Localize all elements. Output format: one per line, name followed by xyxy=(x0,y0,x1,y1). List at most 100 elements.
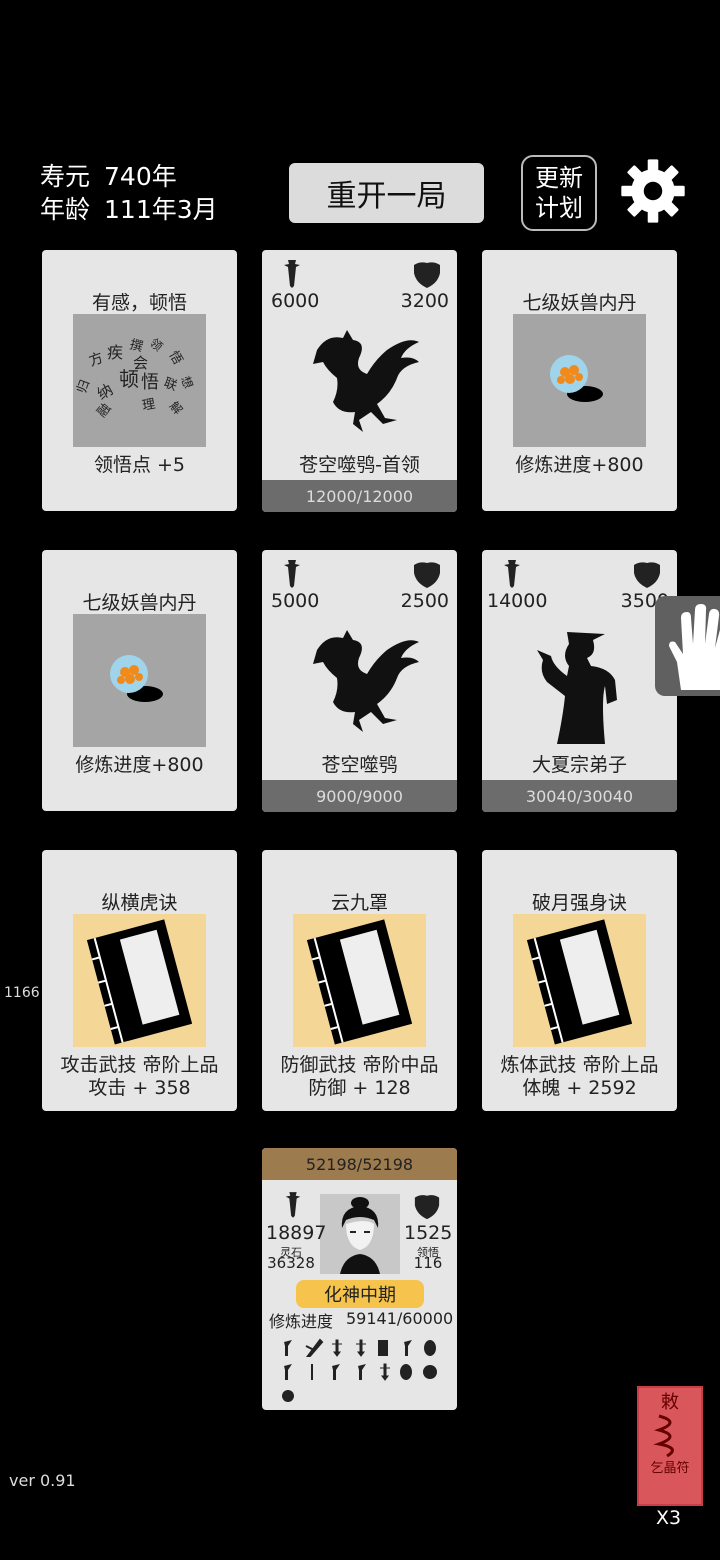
card-title: 有感，顿悟 xyxy=(91,292,187,314)
card-title: 破月强身诀 xyxy=(531,892,627,914)
word-cloud-glyph: 撰 xyxy=(128,337,144,355)
card-title: 纵横虎诀 xyxy=(101,892,178,914)
age-label: 年龄 xyxy=(40,195,91,224)
talisman-count: X3 xyxy=(656,1507,682,1529)
player-attack: 18897 xyxy=(266,1222,327,1244)
lifespan-value: 740年 xyxy=(104,162,177,191)
word-cloud-glyph: 融 xyxy=(95,401,115,421)
enemy-attack: 14000 xyxy=(487,590,548,612)
book-icon xyxy=(526,919,633,1045)
insight-value: 116 xyxy=(413,1254,443,1272)
book-icon xyxy=(86,919,193,1045)
enemy-hp-bar: 30040/30040 xyxy=(482,780,677,812)
owl-beast-silhouette xyxy=(313,630,419,732)
beast-core-image xyxy=(513,314,646,447)
side-counter: 1166 xyxy=(4,985,40,1001)
progress-value: 59141/60000 xyxy=(346,1309,454,1328)
card-title: 云九罩 xyxy=(330,892,388,914)
restart-button[interactable]: 重开一局 xyxy=(289,163,484,223)
card-desc: 领悟点 +5 xyxy=(93,454,186,476)
age-stat: 年龄 111年3月 xyxy=(40,190,218,226)
card-title: 七级妖兽内丹 xyxy=(522,292,637,314)
enemy-card-sect-disciple[interactable]: 14000 3500 大夏宗弟子 30040/30040 xyxy=(482,550,677,812)
enemy-card-owl[interactable]: 5000 2500 苍空噬鸮 9000/9000 xyxy=(262,550,457,812)
defense-shield-icon xyxy=(414,262,440,288)
word-cloud-glyph: 悟 xyxy=(141,372,159,393)
word-cloud-glyph: 联 xyxy=(162,376,179,395)
lifespan-label: 寿元 xyxy=(40,162,91,191)
talisman-item[interactable]: 敕 乞晶符 xyxy=(637,1386,703,1506)
attack-sword-icon xyxy=(504,560,520,588)
word-cloud-glyph: 纳 xyxy=(94,380,116,403)
hand-icon xyxy=(669,604,720,690)
enemy-name: 大夏宗弟子 xyxy=(531,754,627,776)
word-cloud-glyph: 方 xyxy=(87,350,106,370)
skill-line2: 体魄 + 2592 xyxy=(522,1077,637,1099)
enemy-defense: 2500 xyxy=(400,590,449,612)
word-cloud-glyph: 理 xyxy=(141,397,156,414)
skill-line2: 攻击 + 358 xyxy=(88,1077,191,1099)
word-cloud-glyph: 想 xyxy=(178,374,196,390)
player-defense: 1525 xyxy=(404,1222,453,1244)
card-desc: 修炼进度+800 xyxy=(515,454,644,476)
age-value: 111年3月 xyxy=(104,195,218,224)
enemy-hp-bar: 12000/12000 xyxy=(262,480,457,512)
player-hp-bar: 52198/52198 xyxy=(262,1148,457,1180)
beast-core-image xyxy=(73,614,206,747)
enemy-name: 苍空噬鸮 xyxy=(321,754,398,776)
player-card[interactable]: 52198/52198 18897 1525 灵石 36328 领悟 116 化… xyxy=(262,1148,457,1410)
enemy-attack: 5000 xyxy=(271,590,320,612)
word-cloud-glyph: 领 xyxy=(147,336,165,354)
beast-core-card[interactable]: 七级妖兽内丹 修炼进度+800 xyxy=(482,250,677,511)
defense-shield-icon xyxy=(634,562,660,588)
update-plan-line2: 计划 xyxy=(535,194,583,222)
talisman-glyph-top: 敕 xyxy=(661,1392,679,1413)
skill-line2: 防御 + 128 xyxy=(308,1077,411,1099)
defense-shield-icon xyxy=(414,1195,440,1220)
attack-sword-icon xyxy=(284,260,300,288)
inventory-icons xyxy=(282,1338,437,1402)
insight-card[interactable]: 有感，顿悟 方 疾 撰 领 悟 会 归 纳 顿 悟 联 想 融 理 解 领悟点 … xyxy=(42,250,237,511)
beast-core-icon xyxy=(550,355,603,402)
lifespan-stat: 寿元 740年 xyxy=(40,157,177,193)
progress-label: 修炼进度 xyxy=(269,1312,334,1331)
beast-core-icon xyxy=(110,655,163,702)
word-cloud-glyph: 归 xyxy=(75,378,94,395)
update-plan-button[interactable]: 更新 计划 xyxy=(521,155,597,231)
enemy-defense: 3200 xyxy=(400,290,449,312)
enemy-hp-bar: 9000/9000 xyxy=(262,780,457,812)
skill-book-card[interactable]: 云九罩 防御武技 帝阶中品 防御 + 128 xyxy=(262,850,457,1111)
word-cloud-image: 方 疾 撰 领 悟 会 归 纳 顿 悟 联 想 融 理 解 xyxy=(73,314,206,447)
attack-sword-icon xyxy=(285,1192,301,1218)
word-cloud-glyph: 解 xyxy=(167,399,185,417)
talisman-icon: 敕 乞晶符 xyxy=(637,1386,703,1506)
settings-gear-icon[interactable] xyxy=(620,158,686,224)
owl-beast-silhouette xyxy=(313,330,419,432)
skill-book-card[interactable]: 破月强身诀 炼体武技 帝阶上品 体魄 + 2592 xyxy=(482,850,677,1111)
update-plan-line1: 更新 xyxy=(535,164,583,192)
word-cloud-glyph: 顿 xyxy=(119,367,139,391)
beast-core-card[interactable]: 七级妖兽内丹 修炼进度+800 xyxy=(42,550,237,811)
swordsman-silhouette xyxy=(537,632,617,744)
word-cloud-glyph: 悟 xyxy=(166,349,185,368)
word-cloud-icon: 方 疾 撰 领 悟 会 归 纳 顿 悟 联 想 融 理 解 xyxy=(75,336,197,421)
player-portrait-icon xyxy=(320,1194,400,1274)
defense-shield-icon xyxy=(414,562,440,588)
talisman-glyph-bottom: 乞晶符 xyxy=(650,1460,689,1476)
skill-book-image xyxy=(513,914,646,1047)
realm-badge: 化神中期 xyxy=(296,1280,424,1308)
skill-book-card[interactable]: 纵横虎诀 攻击武技 帝阶上品 攻击 + 358 xyxy=(42,850,237,1111)
skill-book-image xyxy=(293,914,426,1047)
word-cloud-glyph: 疾 xyxy=(107,343,123,362)
enemy-name: 苍空噬鸮-首领 xyxy=(299,454,420,476)
spirit-stone-value: 36328 xyxy=(267,1254,315,1272)
card-title: 七级妖兽内丹 xyxy=(82,592,197,614)
hand-action-button[interactable] xyxy=(655,596,720,696)
enemy-card-owl-boss[interactable]: 6000 3200 苍空噬鸮-首领 12000/12000 xyxy=(262,250,457,512)
book-icon xyxy=(306,919,413,1045)
enemy-attack: 6000 xyxy=(271,290,320,312)
player-avatar xyxy=(320,1194,400,1274)
card-desc: 修炼进度+800 xyxy=(75,754,204,776)
skill-book-image xyxy=(73,914,206,1047)
version-label: ver 0.91 xyxy=(9,1471,76,1490)
